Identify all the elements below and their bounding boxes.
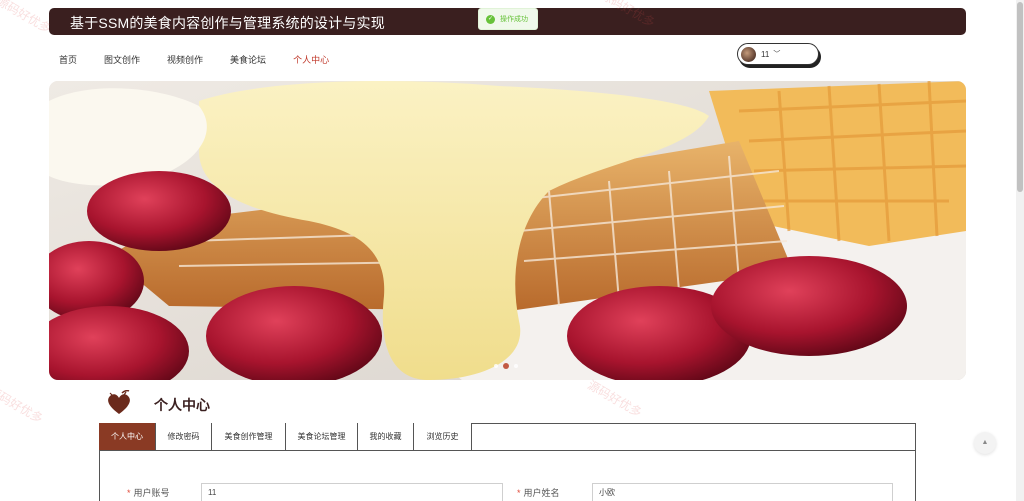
avatar (741, 46, 756, 62)
nav-item-image-text[interactable]: 图文创作 (104, 53, 140, 66)
toast-message: 操作成功 (500, 16, 528, 23)
page-scrollbar[interactable] (1016, 0, 1024, 501)
tab-my-favorites[interactable]: 我的收藏 (358, 423, 414, 451)
chocolate-heart-icon (108, 390, 130, 414)
name-label-text: 用户姓名 (523, 488, 560, 498)
tab-change-password[interactable]: 修改密码 (156, 423, 212, 451)
arrow-up-icon: ▲ (981, 439, 989, 446)
site-title: 基于SSM的美食内容创作与管理系统的设计与实现 (70, 15, 385, 31)
success-toast: ✓ 操作成功 (478, 8, 538, 30)
nav-item-video[interactable]: 视频创作 (167, 53, 203, 66)
watermark: 源码好优多 (0, 383, 46, 426)
back-to-top-button[interactable]: ▲ (974, 432, 996, 454)
user-menu[interactable]: 11 ﹀ (737, 43, 819, 65)
tab-forum-management[interactable]: 美食论坛管理 (286, 423, 358, 451)
carousel-indicators (494, 363, 523, 369)
banner-image (49, 81, 966, 380)
scrollbar-thumb[interactable] (1017, 2, 1023, 192)
required-mark: * (517, 488, 521, 498)
nav-item-forum[interactable]: 美食论坛 (230, 53, 266, 66)
section-title: 个人中心 (154, 397, 210, 413)
tab-browsing-history[interactable]: 浏览历史 (414, 423, 472, 451)
tabs-divider (472, 450, 916, 451)
tab-creation-management[interactable]: 美食创作管理 (212, 423, 286, 451)
tab-personal-center[interactable]: 个人中心 (99, 423, 156, 451)
carousel-dot-active[interactable] (503, 363, 509, 369)
watermark: 源码好优多 (585, 377, 645, 420)
main-nav: 首页 图文创作 视频创作 美食论坛 个人中心 (59, 53, 356, 66)
nav-item-personal-center[interactable]: 个人中心 (293, 53, 329, 66)
tab-bar: 个人中心 修改密码 美食创作管理 美食论坛管理 我的收藏 浏览历史 (99, 423, 472, 451)
banner-carousel[interactable] (49, 81, 966, 380)
page: 基于SSM的美食内容创作与管理系统的设计与实现 ✓ 操作成功 首页 图文创作 视… (0, 0, 1024, 501)
carousel-dot[interactable] (494, 364, 498, 368)
watermark: 源码好优多 (0, 0, 54, 36)
check-circle-icon: ✓ (486, 14, 495, 24)
nav-item-home[interactable]: 首页 (59, 53, 77, 66)
carousel-dot[interactable] (514, 364, 518, 368)
name-label: * 用户姓名 (517, 486, 560, 499)
user-name: 11 (761, 49, 770, 59)
account-label-text: 用户账号 (133, 488, 170, 498)
required-mark: * (127, 488, 131, 498)
name-field[interactable]: 小欧 (592, 483, 893, 501)
chevron-down-icon: ﹀ (773, 51, 781, 58)
account-field[interactable]: 11 (201, 483, 503, 501)
account-label: * 用户账号 (127, 486, 170, 499)
